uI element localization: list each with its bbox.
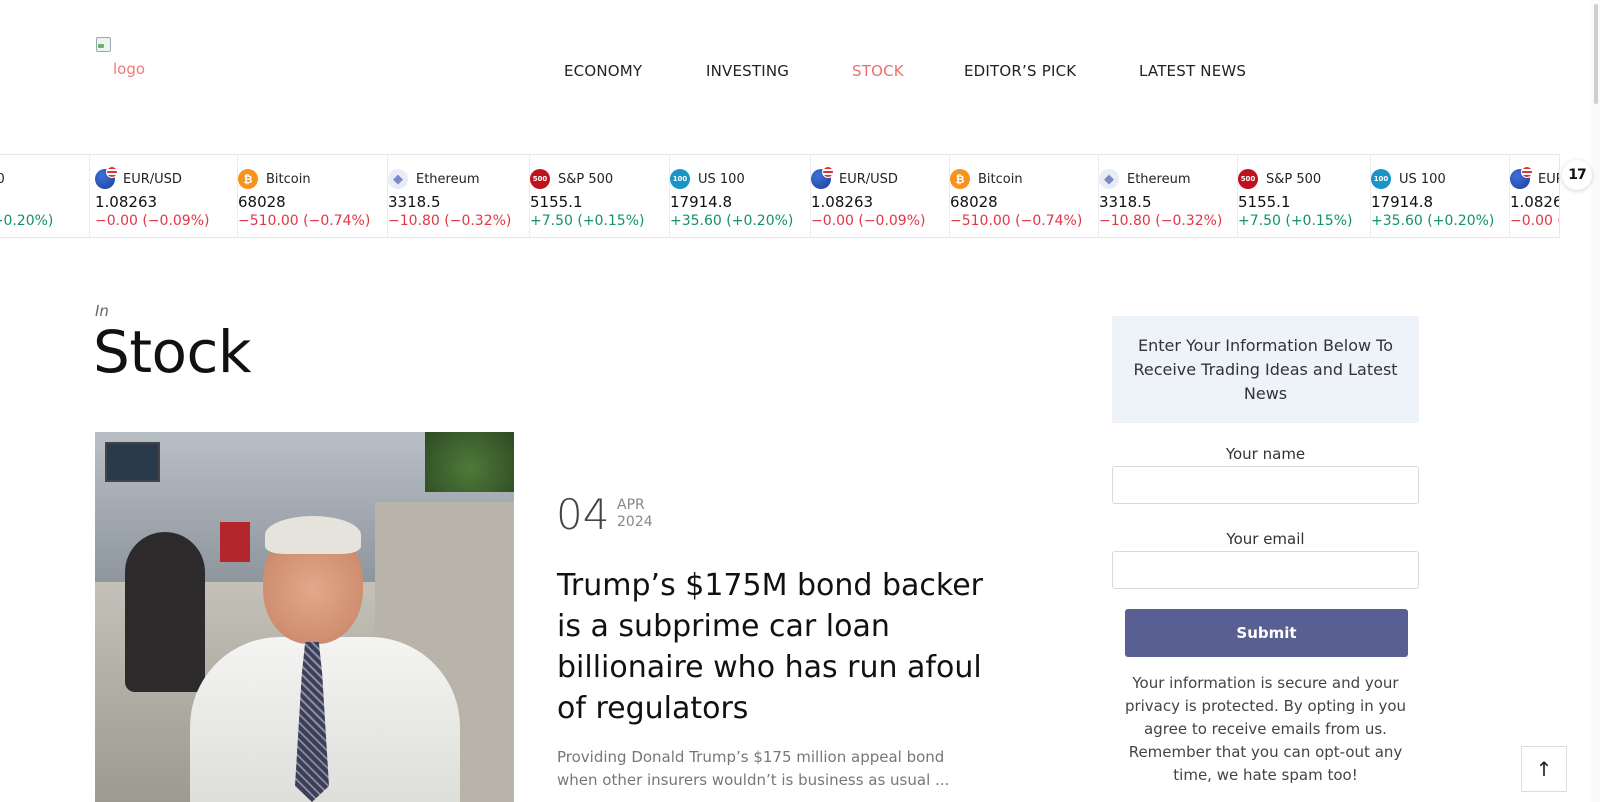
ticker-item-header: 100US 100 <box>0 169 5 189</box>
ticker-symbol: Bitcoin <box>978 171 1023 187</box>
ticker-symbol: US 100 <box>698 171 745 187</box>
article-date-day: 04 <box>556 490 610 539</box>
ticker-item-header: EUR/USD <box>1510 166 1559 189</box>
scrollbar-thumb[interactable] <box>1594 4 1598 104</box>
ticker-change: −510.00 (−0.74%) <box>950 213 1083 229</box>
ticker-symbol: S&P 500 <box>1266 171 1322 187</box>
ticker-item-header: 500 S&P 500 <box>530 169 613 189</box>
ticker-tape: 100 US 100 17914.8 +35.60 (+0.20%) EUR/USD 1.… <box>0 154 1560 238</box>
ticker-price: 1.08263 <box>1510 193 1559 211</box>
main-nav: ECONOMY INVESTING STOCK EDITOR’S PICK LA… <box>0 62 1600 84</box>
ticker-item-header: 100 US 100 <box>1371 169 1446 189</box>
ticker-item[interactable]: 100 US 100 17914.8 +35.60 (+0.20%) <box>670 155 811 237</box>
ticker-price: 17914.8 <box>1371 193 1434 211</box>
ethereum-icon: ◆ <box>388 169 408 189</box>
nav-item-stock[interactable]: STOCK <box>852 62 904 80</box>
ticker-symbol: EUR/USD <box>123 171 182 187</box>
ticker-item[interactable]: EUR/USD 1.08263 −0.00 (−0.09%) <box>95 155 238 237</box>
ticker-change: −0.00 (−0.09%) <box>95 213 210 229</box>
ticker-symbol: US 100 <box>1399 171 1446 187</box>
ticker-item[interactable]: EUR/USD 1.08263 −0.00 (−0.09%) <box>811 155 950 237</box>
nav-item-editors-pick[interactable]: EDITOR’S PICK <box>964 62 1076 80</box>
privacy-note: Your information is secure and your priv… <box>1124 674 1407 784</box>
arrow-up-icon: ↑ <box>1535 757 1553 781</box>
name-label: Your name <box>1225 445 1306 463</box>
ticker-item[interactable]: 500 S&P 500 5155.1 +7.50 (+0.15%) <box>1238 155 1371 237</box>
ticker-price: 17914.8 <box>670 193 733 211</box>
ticker-item-header: EUR/USD <box>95 166 182 189</box>
article-date-month: APR <box>617 497 645 513</box>
ticker-change: −0.00 (−0.09%) <box>811 213 926 229</box>
page-title: Stock <box>93 318 252 386</box>
ticker-item-header: 100 US 100 <box>670 169 745 189</box>
ticker-symbol: EUR/USD <box>839 171 898 187</box>
ticker-symbol: Bitcoin <box>266 171 311 187</box>
sp500-icon: 500 <box>530 169 550 189</box>
ticker-item[interactable]: 100 US 100 17914.8 +35.60 (+0.20%) <box>1371 155 1510 237</box>
tradingview-logo-icon[interactable]: 17 <box>1562 160 1592 190</box>
article-date-month-year: APR 2024 <box>617 497 653 531</box>
us100-icon: 100 <box>670 169 690 189</box>
ticker-change: −510.00 (−0.74%) <box>238 213 371 229</box>
ticker-price: 5155.1 <box>1238 193 1291 211</box>
email-field[interactable] <box>1112 551 1419 589</box>
nav-item-latest-news[interactable]: LATEST NEWS <box>1139 62 1246 80</box>
ticker-change: +35.60 (+0.20%) <box>0 213 54 229</box>
sp500-icon: 500 <box>1238 169 1258 189</box>
ticker-price: 3318.5 <box>1099 193 1152 211</box>
ticker-change: −10.80 (−0.32%) <box>1099 213 1223 229</box>
article-image[interactable] <box>95 432 514 802</box>
ticker-change: +7.50 (+0.15%) <box>1238 213 1353 229</box>
back-to-top-button[interactable]: ↑ <box>1521 746 1567 792</box>
ticker-price: 68028 <box>238 193 286 211</box>
ticker-price: 3318.5 <box>388 193 441 211</box>
eurusd-icon <box>95 166 118 189</box>
nav-item-economy[interactable]: ECONOMY <box>564 62 642 80</box>
ticker-item[interactable]: ₿ Bitcoin 68028 −510.00 (−0.74%) <box>950 155 1099 237</box>
ethereum-icon: ◆ <box>1099 169 1119 189</box>
ticker-item[interactable]: EUR/USD 1.08263 −0.00 (−0.09%) <box>1510 155 1559 237</box>
bitcoin-icon: ₿ <box>950 169 970 189</box>
broken-image-icon <box>95 36 111 52</box>
ticker-item[interactable]: ◆ Ethereum 3318.5 −10.80 (−0.32%) <box>1099 155 1238 237</box>
ticker-price: 68028 <box>950 193 998 211</box>
ticker-price: 5155.1 <box>530 193 583 211</box>
ticker-item[interactable]: 500 S&P 500 5155.1 +7.50 (+0.15%) <box>530 155 670 237</box>
nav-item-investing[interactable]: INVESTING <box>706 62 789 80</box>
us100-icon: 100 <box>1371 169 1391 189</box>
ticker-symbol: US 100 <box>0 172 5 187</box>
ticker-item-header: 500 S&P 500 <box>1238 169 1321 189</box>
ticker-price: 1.08263 <box>811 193 874 211</box>
signup-intro: Enter Your Information Below To Receive … <box>1112 316 1419 423</box>
page-scrollbar[interactable] <box>1591 0 1600 802</box>
eurusd-icon <box>811 166 834 189</box>
ticker-price: 1.08263 <box>95 193 158 211</box>
name-field[interactable] <box>1112 466 1419 504</box>
submit-button[interactable]: Submit <box>1125 609 1408 657</box>
ticker-item[interactable]: ₿ Bitcoin 68028 −510.00 (−0.74%) <box>238 155 388 237</box>
ticker-item-header: EUR/USD <box>811 166 898 189</box>
ticker-symbol: Ethereum <box>416 171 480 187</box>
ticker-item-header: ₿ Bitcoin <box>950 169 1023 189</box>
article-date-year: 2024 <box>617 514 653 530</box>
article-excerpt: Providing Donald Trump’s $175 million ap… <box>557 748 950 789</box>
ticker-item-header: ₿ Bitcoin <box>238 169 311 189</box>
ticker-item-header: ◆ Ethereum <box>388 169 480 189</box>
eurusd-icon <box>1510 166 1533 189</box>
ticker-symbol: EUR/USD <box>1538 171 1559 187</box>
ticker-item-header: ◆ Ethereum <box>1099 169 1191 189</box>
ticker-change: −10.80 (−0.32%) <box>388 213 512 229</box>
email-label: Your email <box>1226 530 1305 548</box>
ticker-change: −0.00 (−0.09%) <box>1510 213 1559 229</box>
ticker-change: +35.60 (+0.20%) <box>670 213 794 229</box>
ticker-item[interactable]: ◆ Ethereum 3318.5 −10.80 (−0.32%) <box>388 155 530 237</box>
ticker-symbol: Ethereum <box>1127 171 1191 187</box>
bitcoin-icon: ₿ <box>238 169 258 189</box>
ticker-symbol: S&P 500 <box>558 171 614 187</box>
article-title-link[interactable]: Trump’s $175M bond backer is a subprime … <box>557 565 1007 729</box>
ticker-item[interactable]: 100US 10017914.8+35.60 (+0.20%) <box>0 155 90 237</box>
ticker-change: +35.60 (+0.20%) <box>1371 213 1495 229</box>
ticker-change: +7.50 (+0.15%) <box>530 213 645 229</box>
